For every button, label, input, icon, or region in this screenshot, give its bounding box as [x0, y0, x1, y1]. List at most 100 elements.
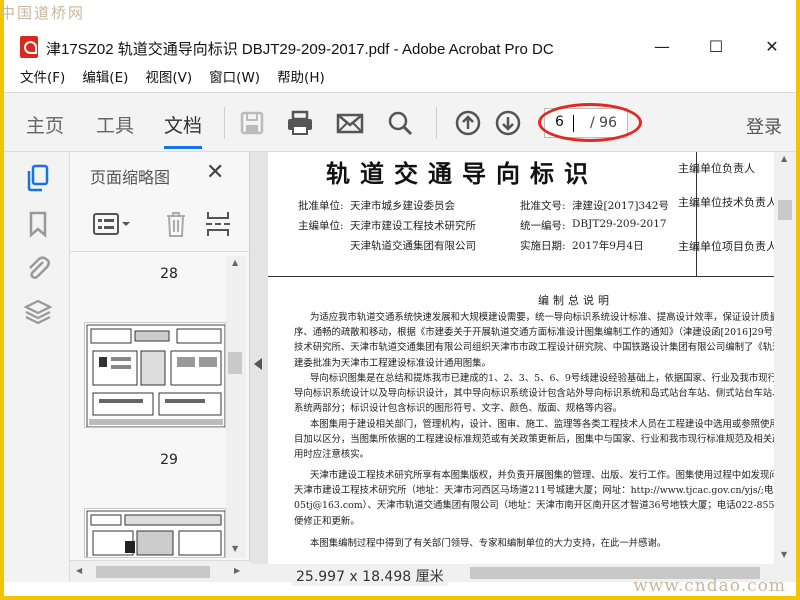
watermark-top-left: 中国道桥网: [0, 4, 86, 22]
paragraph: 本图集编制过程中得到了有关部门领导、专家和编制单位的大力支持，在此一并感谢。: [294, 536, 774, 551]
thumbnail-toolbar: [70, 196, 250, 252]
paragraph-line: 目加以区分，当图集所依据的工程建设标准规范或有关政策更新后，图集中与国家、行业和…: [294, 434, 774, 446]
paragraph-line: 天津市建设工程技术研究所（地址：天津市河西区马场道211号城建大厦；网址：htt…: [294, 485, 774, 497]
approval-unit: 天津市城乡建设委员会: [350, 200, 455, 212]
document-vertical-scrollbar[interactable]: ▲ ▼: [774, 152, 796, 564]
thumbnail-page-29[interactable]: [84, 322, 226, 428]
paragraph-line: 为适应我市轨道交通系统快速发展和大规模建设需要，统一导向标识系统设计标准、提高设…: [310, 312, 774, 323]
toolbar-divider: [436, 107, 437, 139]
paragraph-line: 05tj@163.com）、天津市轨道交通集团有限公司（地址：天津市南开区南开区…: [294, 500, 774, 512]
title-bar[interactable]: 津17SZ02 轨道交通导向标识 DBJT29-209-2017.pdf - A…: [4, 30, 796, 64]
acrobat-logo-icon: [20, 36, 38, 58]
window-title: 津17SZ02 轨道交通导向标识 DBJT29-209-2017.pdf - A…: [46, 41, 554, 58]
menu-help[interactable]: 帮助(H): [277, 66, 325, 90]
collapse-panel-icon[interactable]: [254, 358, 262, 370]
scroll-down-arrow-icon[interactable]: ▼: [232, 544, 238, 553]
insert-page-icon[interactable]: [204, 210, 232, 238]
paragraph-line: 建委批准为天津市工程建设标准设计通用图集。: [294, 357, 491, 369]
date-label: 实施日期:: [520, 240, 566, 252]
thumbnail-options-icon[interactable]: [92, 212, 132, 236]
document-title: 轨道交通导向标识: [326, 159, 598, 188]
page-thumbnails-icon[interactable]: [24, 164, 52, 192]
highlight-annotation: [538, 103, 642, 142]
paragraph: 天津市建设工程技术研究所享有本图集版权，并负责开展图集的管理、出版、发行工作。图…: [294, 468, 774, 529]
thumbnail-horizontal-scrollbar[interactable]: ◀ ▶: [70, 560, 250, 582]
menu-edit[interactable]: 编辑(E): [82, 66, 128, 90]
menu-bar: 文件(F) 编辑(E) 视图(V) 窗口(W) 帮助(H): [4, 66, 796, 90]
tab-document[interactable]: 文档: [164, 111, 203, 149]
paragraph: 为适应我市轨道交通系统快速发展和大规模建设需要，统一导向标识系统设计标准、提高设…: [294, 310, 774, 371]
scrollbar-thumb[interactable]: [778, 200, 792, 220]
signin-link[interactable]: 登录: [746, 113, 782, 139]
editor-unit-1: 天津市建设工程技术研究所: [350, 220, 476, 232]
section-title: 编制总说明: [538, 294, 613, 307]
thumbnail-drawing: [86, 510, 225, 557]
toolbar-divider: [224, 107, 225, 139]
document-view[interactable]: 轨道交通导向标识 批准单位: 天津市城乡建设委员会 批准文号: 津建设[2017…: [250, 152, 796, 586]
page-dimensions: 25.997 x 18.498 厘米: [292, 566, 448, 586]
thumbnail-page-30[interactable]: [84, 508, 226, 558]
side-label-1: 主编单位负责人: [678, 162, 755, 175]
paragraph-line: 本图集用于建设相关部门，管理机构，设计、图审、施工、监理等各类工程技术人员在工程…: [310, 419, 774, 430]
scroll-up-arrow-icon[interactable]: ▲: [232, 258, 238, 267]
approval-doc: 津建设[2017]342号: [572, 200, 669, 212]
attachment-icon[interactable]: [24, 254, 52, 282]
code: DBJT29-209-2017: [572, 218, 667, 230]
email-icon[interactable]: [336, 109, 364, 137]
tab-home[interactable]: 主页: [26, 111, 64, 138]
tab-tools[interactable]: 工具: [96, 111, 134, 138]
paragraph-line: 序、通畅的疏散和移动，根据《市建委关于开展轨道交通方面标准设计图集编制工作的通知…: [294, 327, 774, 339]
panel-title: 页面缩略图: [90, 168, 171, 187]
minimize-button[interactable]: —: [640, 34, 684, 60]
paragraph-line: 系统两部分；标识设计包含标识的图形符号、文字、颜色、版面、规格等内容。: [294, 403, 623, 415]
paragraph: 本图集用于建设相关部门，管理机构，设计、图审、施工、监理等各类工程技术人员在工程…: [294, 417, 774, 463]
paragraph-line: 便修正和更新。: [294, 515, 360, 527]
search-icon[interactable]: [386, 109, 414, 137]
editor-unit-2: 天津轨道交通集团有限公司: [350, 240, 476, 252]
thumbnails-panel: 页面缩略图 ✕ 28 29 ▲ ▼ ◀ ▶: [70, 152, 250, 582]
paragraph-line: 用时应注意核实。: [294, 449, 370, 461]
paragraph-line: 本图集编制过程中得到了有关部门领导、专家和编制单位的大力支持，在此一并感谢。: [310, 538, 667, 549]
paragraph: 导向标识图集是在总结和提炼我市已建成的1、2、3、5、6、9号线建设经验基础上，…: [294, 371, 774, 417]
paragraph-line: 天津市建设工程技术研究所享有本图集版权，并负责开展图集的管理、出版、发行工作。图…: [310, 470, 774, 481]
bookmark-icon[interactable]: [24, 210, 52, 238]
thumbnail-page-label: 28: [160, 266, 178, 282]
pdf-page: 轨道交通导向标识 批准单位: 天津市城乡建设委员会 批准文号: 津建设[2017…: [268, 152, 776, 564]
menu-window[interactable]: 窗口(W): [209, 66, 260, 90]
approval-unit-label: 批准单位:: [298, 200, 344, 212]
thumbnail-drawing: [86, 324, 225, 427]
close-panel-button[interactable]: ✕: [206, 160, 224, 185]
thumbnail-vertical-scrollbar[interactable]: ▲ ▼: [226, 256, 246, 558]
thumbnail-page-label: 29: [160, 452, 178, 468]
scroll-left-arrow-icon[interactable]: ◀: [76, 566, 82, 575]
paragraph-line: 导向标识系统设计以及导向标识设计，其中导向标识系统设计包含站外导向标识系统和岛式…: [294, 388, 774, 400]
print-icon[interactable]: [286, 109, 314, 137]
left-icon-rail: [4, 152, 70, 582]
side-label-3: 主编单位项目负责人: [678, 240, 776, 253]
code-label: 统一编号:: [520, 220, 566, 232]
acrobat-window: 津17SZ02 轨道交通导向标识 DBJT29-209-2017.pdf - A…: [4, 0, 796, 596]
editor-label: 主编单位:: [298, 220, 344, 232]
paragraph-line: 技术研究所、天津市轨道交通集团有限公司组织天津市市政工程设计研究院、中国铁路设计…: [294, 342, 774, 354]
approval-doc-label: 批准文号:: [520, 200, 566, 212]
scroll-down-arrow-icon[interactable]: ▼: [781, 550, 787, 559]
scrollbar-thumb[interactable]: [96, 566, 210, 578]
delete-page-icon[interactable]: [164, 210, 188, 238]
page-down-icon[interactable]: [494, 109, 522, 137]
scrollbar-thumb[interactable]: [228, 352, 242, 374]
maximize-button[interactable]: ☐: [694, 34, 738, 60]
close-button[interactable]: ✕: [750, 34, 794, 60]
main-toolbar: 主页 工具 文档 6 / 96 登录: [4, 92, 796, 152]
save-icon[interactable]: [238, 109, 266, 137]
page-up-icon[interactable]: [454, 109, 482, 137]
menu-file[interactable]: 文件(F): [20, 66, 65, 90]
layers-icon[interactable]: [24, 298, 52, 326]
scroll-up-arrow-icon[interactable]: ▲: [781, 154, 787, 163]
date: 2017年9月4日: [572, 240, 644, 252]
watermark-bottom-right: www.cndao.com: [633, 576, 786, 596]
scroll-right-arrow-icon[interactable]: ▶: [234, 566, 240, 575]
side-label-2: 主编单位技术负责人: [678, 196, 776, 209]
paragraph-line: 导向标识图集是在总结和提炼我市已建成的1、2、3、5、6、9号线建设经验基础上，…: [310, 373, 774, 384]
divider: [268, 276, 776, 277]
menu-view[interactable]: 视图(V): [145, 66, 192, 90]
